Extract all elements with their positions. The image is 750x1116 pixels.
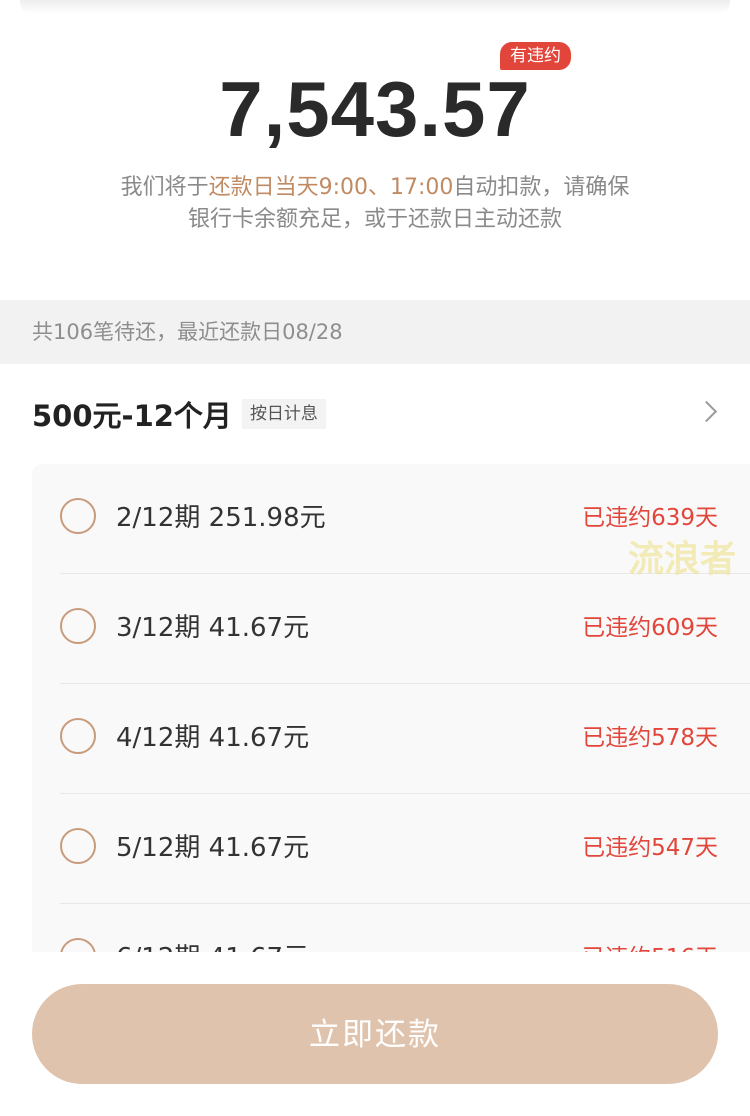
list-item[interactable]: 6/12期 41.67元 已违约516天 xyxy=(32,904,750,952)
chevron-right-icon[interactable] xyxy=(695,400,718,423)
installment-label: 4/12期 41.67元 xyxy=(116,723,310,753)
radio-circle-icon[interactable] xyxy=(60,498,96,534)
radio-circle-icon[interactable] xyxy=(60,938,96,952)
overdue-status: 已违约578天 xyxy=(582,725,718,751)
overdue-status: 已违约547天 xyxy=(582,835,718,861)
total-amount: 7,543.57 xyxy=(219,65,531,153)
radio-circle-icon[interactable] xyxy=(60,608,96,644)
loan-title: 500元-12个月 xyxy=(32,399,232,433)
loan-header[interactable]: 500元-12个月 按日计息 xyxy=(32,386,718,442)
notice-prefix: 我们将于 xyxy=(120,175,209,200)
installment-label: 3/12期 41.67元 xyxy=(116,613,310,643)
list-item[interactable]: 3/12期 41.67元 已违约609天 xyxy=(32,574,750,684)
installment-label: 5/12期 41.67元 xyxy=(116,833,310,863)
top-card-edge xyxy=(20,0,730,14)
auto-debit-notice: 我们将于还款日当天9:00、17:00自动扣款，请确保 银行卡余额充足，或于还款… xyxy=(0,172,750,236)
radio-circle-icon[interactable] xyxy=(60,828,96,864)
overdue-status: 已违约516天 xyxy=(582,938,718,952)
installment-label: 6/12期 41.67元 xyxy=(116,938,309,952)
list-item[interactable]: 4/12期 41.67元 已违约578天 xyxy=(32,684,750,794)
notice-line-1: 我们将于还款日当天9:00、17:00自动扣款，请确保 xyxy=(0,172,750,204)
list-item[interactable]: 5/12期 41.67元 已违约547天 xyxy=(32,794,750,904)
amount-section: 有违约 7,543.57 xyxy=(0,30,750,148)
installment-label: 2/12期 251.98元 xyxy=(116,503,326,533)
notice-highlight: 还款日当天9:00、17:00 xyxy=(208,175,454,200)
overdue-badge: 有违约 xyxy=(500,42,571,70)
interest-tag: 按日计息 xyxy=(241,399,326,429)
overdue-status: 已违约609天 xyxy=(582,615,718,641)
watermark-text: 流浪者 xyxy=(628,539,737,580)
notice-line-2: 银行卡余额充足，或于还款日主动还款 xyxy=(187,207,562,232)
notice-suffix: 自动扣款，请确保 xyxy=(453,175,630,200)
pay-now-button[interactable]: 立即还款 xyxy=(32,984,718,1084)
radio-circle-icon[interactable] xyxy=(60,718,96,754)
pending-summary: 共106笔待还，最近还款日08/28 xyxy=(0,300,750,364)
